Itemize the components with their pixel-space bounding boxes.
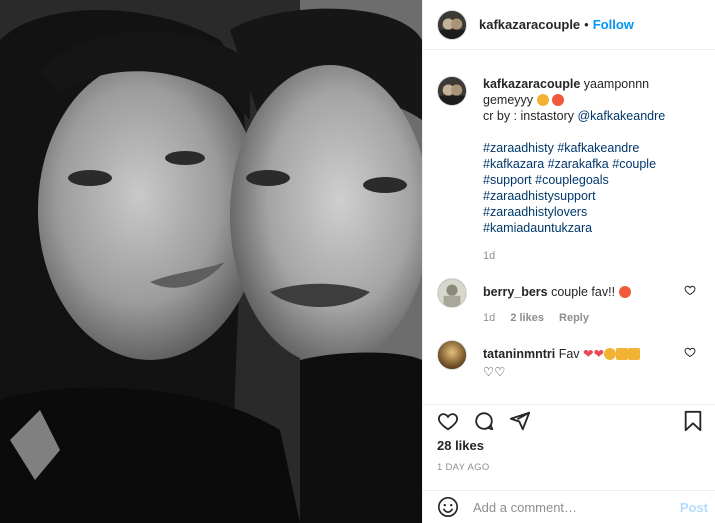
post-timestamp: 1 DAY AGO bbox=[437, 462, 490, 473]
author-username[interactable]: kafkazaracouple bbox=[479, 17, 580, 32]
bookmark-icon[interactable] bbox=[682, 410, 704, 432]
heart-icon[interactable] bbox=[437, 410, 459, 432]
comment-input[interactable]: Add a comment… bbox=[473, 500, 577, 515]
author-avatar[interactable] bbox=[437, 9, 467, 40]
post-side-panel: kafkazaracouple • Follow kafkazaracouple… bbox=[422, 0, 715, 523]
reply-button[interactable]: Reply bbox=[559, 312, 589, 324]
hashtag-line[interactable]: #support #couplegoals bbox=[483, 172, 702, 188]
post-photo[interactable] bbox=[0, 0, 422, 523]
comments-list: kafkazaracouple yaamponnn gemeyyy cr by … bbox=[423, 60, 715, 380]
comment-likes[interactable]: 2 likes bbox=[510, 312, 544, 324]
emoji-icon bbox=[536, 94, 549, 106]
comment-username[interactable]: berry_bers bbox=[483, 285, 548, 299]
emoji-icon bbox=[628, 348, 641, 360]
hashtag-line[interactable]: #zaraadhistysupport bbox=[483, 188, 702, 204]
follow-button[interactable]: Follow bbox=[593, 17, 634, 32]
comment-body: berry_bers couple fav!! 1d 2 likes Reply bbox=[483, 278, 631, 326]
emoji-icon bbox=[552, 94, 564, 106]
comment-username[interactable]: tataninmntri bbox=[483, 347, 555, 361]
emoji-icon bbox=[616, 348, 629, 360]
post-actions bbox=[423, 404, 715, 436]
comment-item: tataninmntri Fav ❤❤ ♡♡ bbox=[423, 340, 715, 380]
emoji-icon: ❤ bbox=[593, 347, 605, 361]
comment-icon[interactable] bbox=[473, 410, 495, 432]
caption: kafkazaracouple yaamponnn gemeyyy cr by … bbox=[423, 76, 715, 264]
heart-icon[interactable] bbox=[684, 346, 696, 358]
caption-avatar[interactable] bbox=[437, 76, 467, 106]
comment-text: couple fav!! bbox=[551, 285, 616, 299]
separator-dot: • bbox=[584, 17, 589, 32]
post-header: kafkazaracouple • Follow bbox=[423, 0, 715, 50]
hashtag-line[interactable]: #kamiadauntukzara bbox=[483, 220, 702, 236]
hashtag-line[interactable]: #zaraadhistylovers bbox=[483, 204, 702, 220]
comment-age[interactable]: 1d bbox=[483, 312, 495, 324]
post-photo-image bbox=[0, 0, 422, 523]
share-icon[interactable] bbox=[509, 410, 531, 432]
post-button[interactable]: Post bbox=[680, 500, 708, 515]
emoji-icon: ❤ bbox=[583, 347, 594, 361]
emoji-icon bbox=[604, 348, 617, 360]
emoji-icon bbox=[618, 286, 631, 298]
caption-credit: cr by : instastory bbox=[483, 109, 574, 123]
add-comment-bar: Add a comment… Post bbox=[423, 490, 715, 523]
comment-text: Fav bbox=[558, 347, 580, 361]
hashtag-line[interactable]: #kafkazara #zarakafka #couple bbox=[483, 156, 702, 172]
comment-body: tataninmntri Fav ❤❤ ♡♡ bbox=[483, 340, 641, 380]
heart-icon[interactable] bbox=[684, 284, 696, 296]
caption-age[interactable]: 1d bbox=[483, 250, 495, 262]
caption-mention[interactable]: @kafkakeandre bbox=[577, 109, 665, 123]
caption-username[interactable]: kafkazaracouple bbox=[483, 77, 580, 91]
hashtag-line[interactable]: #zaraadhisty #kafkakeandre bbox=[483, 140, 702, 156]
emoji-icon[interactable] bbox=[437, 496, 459, 518]
commenter-avatar[interactable] bbox=[437, 340, 467, 370]
comment-item: berry_bers couple fav!! 1d 2 likes Reply bbox=[423, 278, 715, 326]
commenter-avatar[interactable] bbox=[437, 278, 467, 308]
likes-count[interactable]: 28 likes bbox=[437, 438, 484, 453]
emoji-icon: ♡♡ bbox=[483, 365, 506, 379]
caption-body: kafkazaracouple yaamponnn gemeyyy cr by … bbox=[483, 76, 702, 264]
